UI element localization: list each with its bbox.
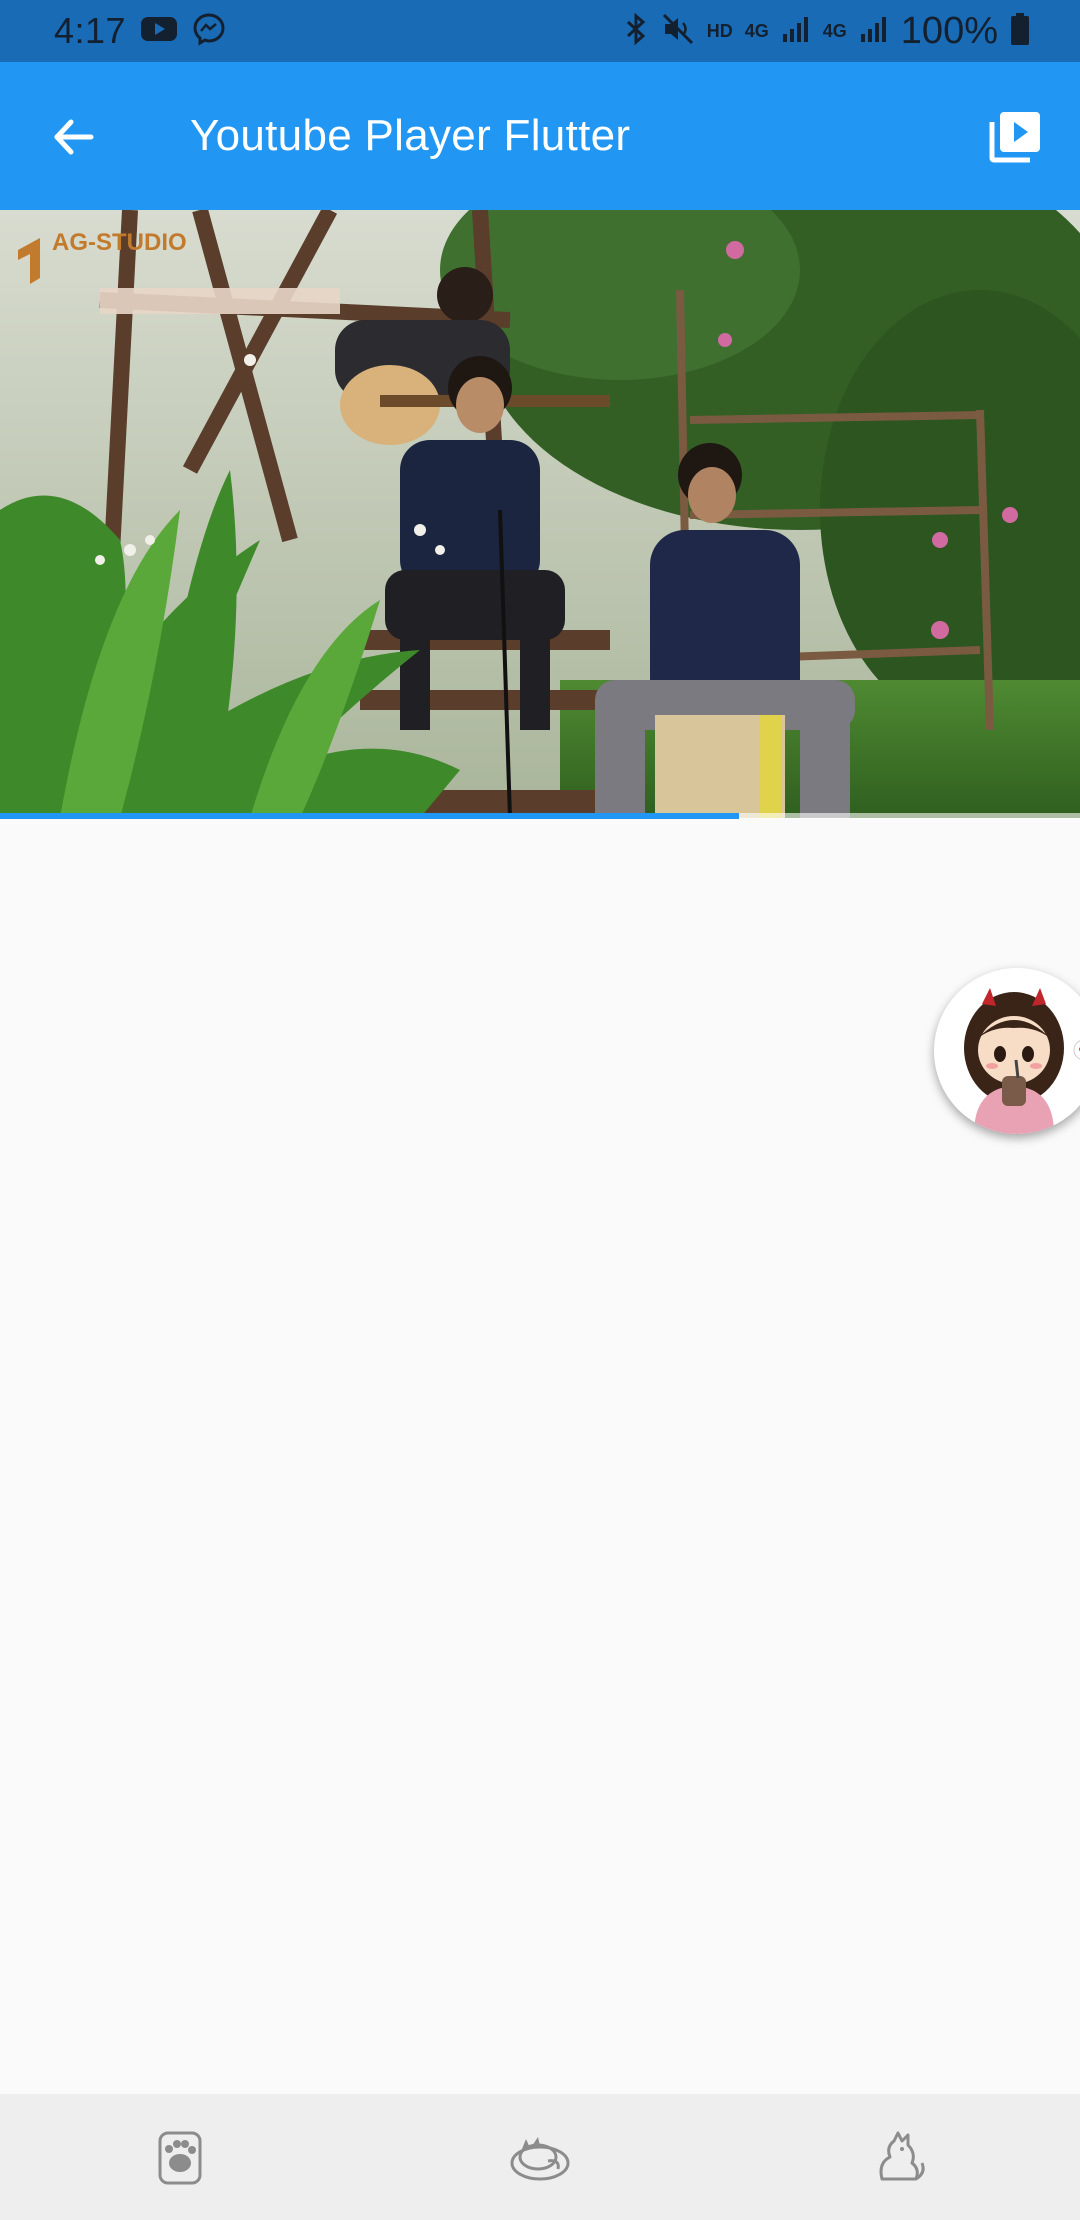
arrow-back-icon xyxy=(54,119,94,155)
network-4g: 4G xyxy=(744,20,769,41)
page-title: Youtube Player Flutter xyxy=(190,111,631,160)
mute-vibrate-icon xyxy=(661,12,695,51)
bottom-nav xyxy=(0,2094,1080,2220)
back-button[interactable] xyxy=(38,102,108,172)
video-player[interactable]: AG-STUDIO xyxy=(0,210,1080,818)
status-time: 4:17 xyxy=(54,10,127,51)
video-library-button[interactable] xyxy=(980,102,1050,172)
signal-icon-2 xyxy=(859,14,889,49)
app-screen: 4:17 HD 4G 4G 100% Youtube Player Flutte… xyxy=(0,0,1080,2220)
bluetooth-icon xyxy=(623,12,649,51)
paw-icon xyxy=(158,2131,202,2185)
messenger-icon xyxy=(192,12,226,51)
app-bar: Youtube Player Flutter xyxy=(0,62,1080,210)
nav-item-cat[interactable] xyxy=(855,2112,945,2202)
video-progress-track[interactable] xyxy=(0,813,1080,819)
battery-percent: 100% xyxy=(900,9,998,52)
sleeping-cat-icon xyxy=(510,2137,570,2181)
cartoon-girl-avatar: ♥ xyxy=(934,968,1080,1134)
watermark-text: AG-STUDIO xyxy=(52,229,187,256)
status-bar: 4:17 HD 4G 4G 100% xyxy=(0,0,1080,62)
battery-icon xyxy=(1010,12,1030,51)
signal-icon xyxy=(781,14,811,49)
nav-item-sleeping-cat[interactable] xyxy=(495,2112,585,2202)
youtube-icon xyxy=(140,15,178,48)
status-left: 4:17 xyxy=(54,10,226,52)
floating-bubble[interactable]: ♥ xyxy=(934,968,1080,1134)
video-frame: AG-STUDIO xyxy=(0,210,1080,818)
network-hd: HD xyxy=(706,20,733,41)
cat-icon xyxy=(879,2131,925,2181)
status-right: HD 4G 4G 100% xyxy=(623,0,1030,62)
nav-item-paw[interactable] xyxy=(135,2112,225,2202)
video-library-icon xyxy=(989,112,1040,163)
video-progress-fill xyxy=(0,813,739,819)
network-4g-2: 4G xyxy=(822,20,847,41)
